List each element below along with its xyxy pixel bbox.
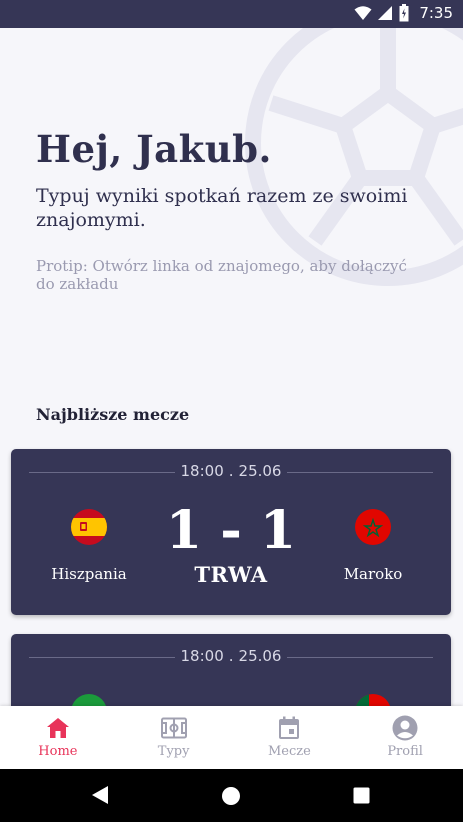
match-time: 18:00	[180, 462, 224, 480]
upcoming-matches-title: Najbliższe mecze	[36, 405, 190, 424]
recents-icon[interactable]	[353, 787, 370, 804]
nav-label: Home	[38, 744, 78, 759]
status-icons: 7:35	[354, 4, 453, 22]
cell-signal-icon	[378, 6, 393, 20]
account-icon	[392, 715, 418, 741]
away-team-name: Maroko	[343, 565, 403, 583]
match-date: 25.06	[238, 462, 282, 480]
portugal-flag-icon	[355, 694, 391, 706]
spain-flag-icon	[71, 509, 107, 545]
match-date: 25.06	[238, 647, 282, 665]
wifi-icon	[354, 6, 372, 20]
match-datetime: 18:00. 25.06	[180, 462, 282, 480]
battery-icon	[399, 4, 409, 22]
nav-item-mecze[interactable]: Mecze	[232, 706, 348, 769]
home-screen[interactable]: Hej, Jakub. Typuj wyniki spotkań razem z…	[0, 28, 463, 706]
nav-label: Mecze	[267, 744, 311, 759]
saudi-arabia-flag-icon	[71, 694, 107, 706]
morocco-flag-icon	[355, 509, 391, 545]
soccer-ball-watermark-icon	[245, 28, 463, 286]
home-button-icon[interactable]	[221, 786, 241, 806]
back-icon[interactable]	[91, 785, 109, 805]
greeting-subtitle: Typuj wyniki spotkań razem ze swoimi zna…	[36, 185, 408, 231]
protip-text: Protip: Otwórz linka od znajomego, aby d…	[36, 257, 407, 293]
status-bar: 7:35	[0, 0, 463, 28]
nav-item-home[interactable]: Home	[0, 706, 116, 769]
nav-label: Typy	[157, 744, 190, 759]
nav-item-profil[interactable]: Profil	[347, 706, 463, 769]
home-icon	[45, 715, 71, 741]
calendar-icon	[276, 715, 302, 741]
pitch-icon	[160, 715, 187, 741]
match-datetime: 18:00. 25.06	[180, 647, 282, 665]
nav-item-typy[interactable]: Typy	[116, 706, 232, 769]
bottom-navigation: Home Typy Mecze Profil	[0, 706, 463, 769]
match-card[interactable]: 18:00. 25.06 Hiszpania 1 - 1 TRWA Maroko	[11, 449, 451, 615]
status-time: 7:35	[419, 4, 453, 22]
system-navigation-bar	[0, 769, 463, 822]
match-card[interactable]: 18:00. 25.06	[11, 634, 451, 706]
nav-label: Profil	[387, 744, 423, 759]
match-status: TRWA	[194, 562, 268, 587]
match-time: 18:00	[180, 647, 224, 665]
match-score: 1 - 1	[165, 500, 297, 561]
greeting-title: Hej, Jakub.	[36, 127, 272, 171]
